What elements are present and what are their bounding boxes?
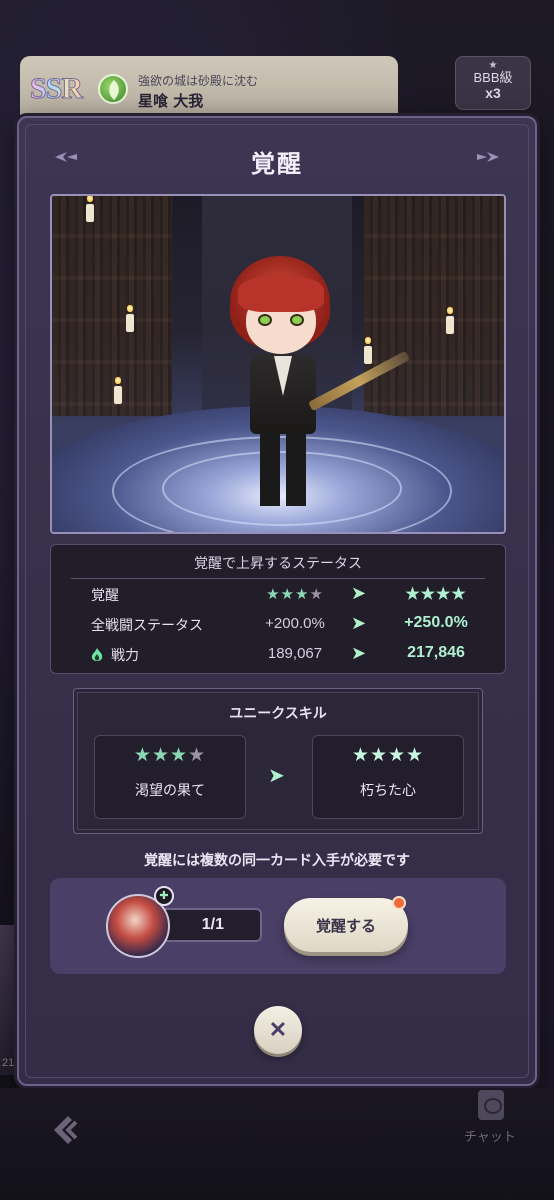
next-value: +250.0% [404,614,468,631]
awaken-action-panel: ✚ 1/1 覚醒する [50,878,506,974]
next-skill-stars: ★★★★ [351,744,425,766]
card-subtitle: 強欲の城は砂殿に沈む [138,74,259,88]
status-label: 覚醒 [91,588,119,604]
current-value: 189,067 [267,645,323,662]
owned-count: 1/1 [160,908,262,942]
plus-badge-icon[interactable]: ✚ [154,886,174,906]
unique-skill-panel: ユニークスキル ★★★★ 渇望の果て ➤ ★★★★ 朽ちた心 [73,688,483,834]
awakening-modal: 覚醒 覚醒で上昇するステータス 覚醒 ★★★★ ➤ ★★★★ 全戦闘ステータス … [17,116,537,1086]
ornament-icon [475,150,501,164]
status-row-combat: 全戦闘ステータス +200.0% ➤ +250.0% [51,611,505,639]
next-stars: ★★★★ [405,586,467,603]
character-portrait [50,194,506,534]
current-skill-stars: ★★★★ [133,744,207,766]
character-sprite [220,256,410,516]
rarity-badge: SSR [30,72,94,106]
next-skill-card: ★★★★ 朽ちた心 [312,735,464,819]
arrow-right-icon: ➤ [268,763,285,787]
status-row-awakening: 覚醒 ★★★★ ➤ ★★★★ [51,581,505,609]
chat-label[interactable]: チャット [464,1126,516,1145]
rank-indicator: ★ BBB級 x3 [455,56,531,110]
arrow-right-icon: ➤ [351,583,367,604]
card-header: SSR 強欲の城は砂殿に沈む 星喰 大我 [20,56,398,120]
current-value: +200.0% [265,615,325,632]
arrow-right-icon: ➤ [351,643,367,664]
back-chevron-icon[interactable] [44,1110,84,1150]
status-title: 覚醒で上昇するステータス [194,556,362,572]
skill-title: ユニークスキル [229,706,327,722]
rank-count: x3 [485,85,501,101]
awaken-button[interactable]: 覚醒する [284,898,408,952]
rank-grade: BBB級 [473,70,513,85]
next-skill-name: 朽ちた心 [360,783,416,799]
status-panel: 覚醒で上昇するステータス 覚醒 ★★★★ ➤ ★★★★ 全戦闘ステータス +20… [50,544,506,674]
current-skill-name: 渇望の果て [135,783,205,799]
current-stars: ★★★★ [266,586,324,603]
arrow-right-icon: ➤ [351,613,367,634]
next-value: 217,846 [407,644,465,661]
chat-book-icon[interactable] [478,1090,504,1120]
status-label: 全戦闘ステータス [91,618,203,634]
leaf-attribute-icon [98,74,128,104]
bottom-bar: チャット [0,1088,554,1200]
status-label: 戦力 [111,648,139,664]
card-name: 星喰 大我 [138,92,204,110]
power-flame-icon [89,647,105,663]
current-skill-card: ★★★★ 渇望の果て [94,735,246,819]
modal-title: 覚醒 [251,150,303,178]
status-row-power: 戦力 189,067 ➤ 217,846 [51,641,505,669]
close-icon[interactable]: ✕ [254,1006,302,1054]
requirement-text: 覚醒には複数の同一カード入手が必要です [144,853,410,869]
notification-dot [392,896,406,910]
